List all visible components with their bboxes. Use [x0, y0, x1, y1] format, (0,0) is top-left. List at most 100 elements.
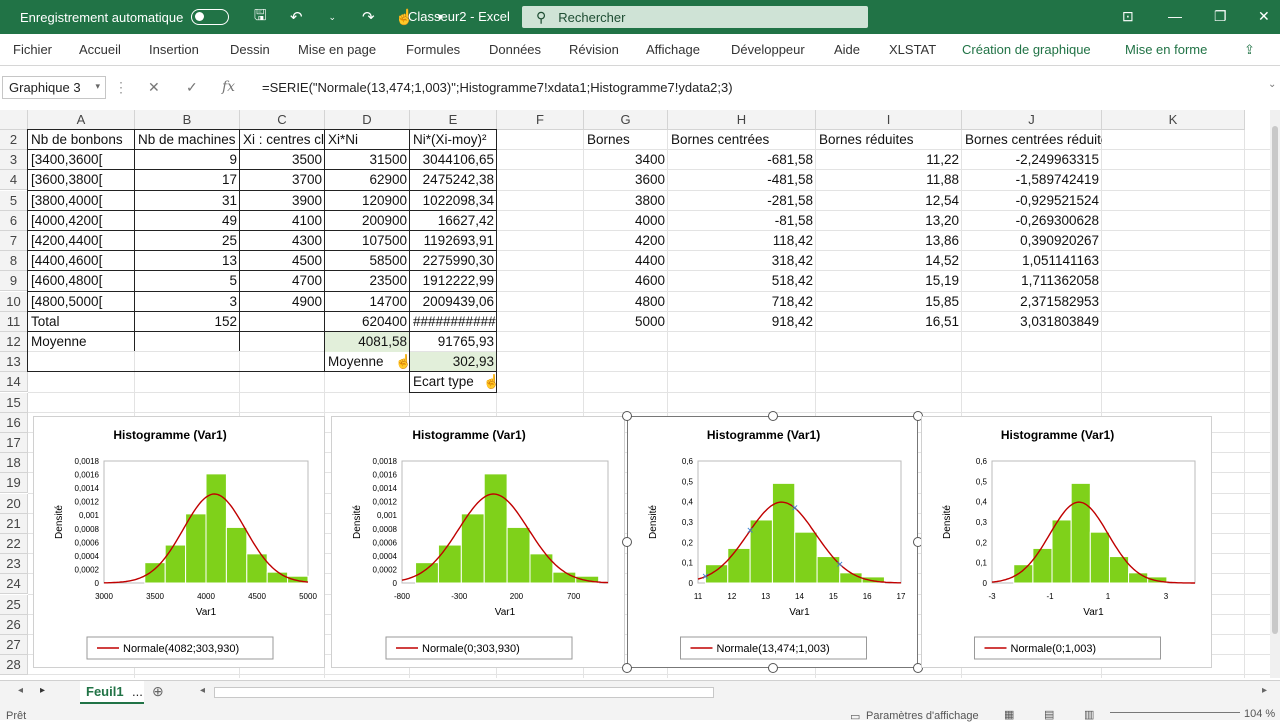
moyenne-value[interactable]: 4081,58	[325, 332, 410, 352]
data-cell[interactable]: 918,42	[668, 312, 816, 332]
formula-input[interactable]: =SERIE("Normale(13,474;1,003)";Histogram…	[262, 80, 733, 95]
data-cell[interactable]: 3500	[240, 150, 325, 170]
data-cell[interactable]: 5000	[584, 312, 668, 332]
resize-handle[interactable]	[767, 411, 778, 421]
data-cell[interactable]: 3044106,65	[410, 150, 497, 170]
tab-dessin[interactable]: Dessin	[230, 42, 270, 57]
row-header-8[interactable]: 8	[0, 251, 28, 272]
data-cell[interactable]: [4800,5000[	[28, 292, 135, 312]
column-header-f[interactable]: F	[497, 110, 584, 130]
histogram-chart-4[interactable]: Histogramme (Var1) 0 0,1 0,2 0,3 0,4 0,5 0,6 -3 -…	[921, 416, 1212, 668]
hscroll-right-icon[interactable]: ▸	[1262, 685, 1267, 696]
data-cell[interactable]: 17	[135, 170, 240, 190]
tab-mise-en-page[interactable]: Mise en page	[298, 42, 376, 57]
data-cell[interactable]: 1,711362058	[962, 271, 1102, 291]
row-header-21[interactable]: 21	[0, 513, 28, 534]
more-sheets[interactable]: ...	[132, 684, 143, 699]
worksheet-grid[interactable]: A B C D E F G H I J K 2 3 4 5 6 7 8 9 10 11 12 13 14 15 16 17 18 19 2…	[0, 110, 1270, 678]
data-cell[interactable]: [4600,4800[	[28, 271, 135, 291]
tab-mise-en-forme[interactable]: Mise en forme	[1125, 42, 1207, 57]
row-header-10[interactable]: 10	[0, 291, 28, 312]
column-header-k[interactable]: K	[1102, 110, 1245, 130]
row-header-24[interactable]: 24	[0, 574, 28, 595]
data-cell[interactable]: 13	[135, 251, 240, 271]
redo-icon[interactable]: ↷	[357, 8, 379, 26]
data-cell[interactable]: 3400	[584, 150, 668, 170]
undo-icon[interactable]: ↶	[285, 8, 307, 26]
total-d[interactable]: 620400	[325, 312, 410, 332]
restore-icon[interactable]: ❐	[1214, 8, 1227, 25]
minimize-icon[interactable]: —	[1168, 8, 1182, 24]
total-b[interactable]: 152	[135, 312, 240, 332]
resize-handle[interactable]	[622, 411, 632, 421]
column-header-g[interactable]: G	[584, 110, 668, 130]
data-cell[interactable]: -0,929521524	[962, 191, 1102, 211]
data-cell[interactable]: 1192693,91	[410, 231, 497, 251]
tab-developpeur[interactable]: Développeur	[731, 42, 805, 57]
data-cell[interactable]: -81,58	[668, 211, 816, 231]
row-header-12[interactable]: 12	[0, 332, 28, 352]
data-cell[interactable]: [3600,3800[	[28, 170, 135, 190]
scroll-thumb[interactable]	[1272, 126, 1278, 634]
total-e[interactable]: ###########	[410, 312, 497, 332]
data-cell[interactable]: 3600	[584, 170, 668, 190]
autosave-toggle[interactable]	[191, 9, 230, 25]
column-header-a[interactable]: A	[28, 110, 135, 130]
data-cell[interactable]: 4400	[584, 251, 668, 271]
data-cell[interactable]: 31500	[325, 150, 410, 170]
histogram-chart-2[interactable]: Histogramme (Var1) 0 0,0002 0,0004 0,0006 0,0…	[331, 416, 625, 668]
row-header-6[interactable]: 6	[0, 210, 28, 231]
row-header-18[interactable]: 18	[0, 453, 28, 474]
resize-handle[interactable]	[767, 663, 778, 673]
data-cell[interactable]: 2,371582953	[962, 292, 1102, 312]
data-cell[interactable]: 15,19	[816, 271, 962, 291]
row-header-11[interactable]: 11	[0, 311, 28, 332]
tab-xlstat[interactable]: XLSTAT	[889, 42, 936, 57]
header-cell[interactable]: Nb de machines	[135, 130, 240, 150]
row-header-20[interactable]: 20	[0, 493, 28, 514]
data-cell[interactable]: 107500	[325, 231, 410, 251]
data-cell[interactable]: 4500	[240, 251, 325, 271]
zoom-slider[interactable]	[1110, 712, 1240, 713]
vertical-scrollbar[interactable]	[1270, 110, 1280, 678]
data-cell[interactable]: 4100	[240, 211, 325, 231]
data-cell[interactable]: 25	[135, 231, 240, 251]
data-cell[interactable]: -2,249963315	[962, 150, 1102, 170]
variance-value[interactable]: 91765,93	[410, 332, 497, 352]
data-cell[interactable]: 5	[135, 271, 240, 291]
share-icon[interactable]: ⇪	[1244, 42, 1255, 58]
row-header-2[interactable]: 2	[0, 130, 28, 150]
row-header-28[interactable]: 28	[0, 655, 28, 676]
expand-formula-icon[interactable]: ⌄	[1268, 79, 1276, 90]
histogram-chart-3[interactable]: Histogramme (Var1) 0 0,1 0,2 0,3 0,4 0,5 0,6 11 1…	[627, 416, 918, 668]
normal-view-icon[interactable]: ▦	[1004, 708, 1014, 721]
total-label[interactable]: Total	[28, 312, 135, 332]
data-cell[interactable]: 13,86	[816, 231, 962, 251]
tab-donnees[interactable]: Données	[489, 42, 541, 57]
data-cell[interactable]: 23500	[325, 271, 410, 291]
row-header-17[interactable]: 17	[0, 433, 28, 453]
column-header-b[interactable]: B	[135, 110, 240, 130]
row-header-26[interactable]: 26	[0, 614, 28, 635]
column-header-d[interactable]: D	[325, 110, 410, 130]
name-box[interactable]: Graphique 3 ▾	[2, 76, 106, 99]
tab-aide[interactable]: Aide	[834, 42, 860, 57]
data-cell[interactable]: 13,20	[816, 211, 962, 231]
data-cell[interactable]: 0,390920267	[962, 231, 1102, 251]
data-cell[interactable]: 120900	[325, 191, 410, 211]
save-icon[interactable]: 🖫	[249, 5, 271, 30]
data-cell[interactable]: 1,051141163	[962, 251, 1102, 271]
data-cell[interactable]: 11,22	[816, 150, 962, 170]
column-header-e[interactable]: E	[410, 110, 497, 130]
data-cell[interactable]: 3800	[584, 191, 668, 211]
data-cell[interactable]: 1022098,34	[410, 191, 497, 211]
column-header-c[interactable]: C	[240, 110, 325, 130]
data-cell[interactable]: 31	[135, 191, 240, 211]
row-header-14[interactable]: 14	[0, 372, 28, 393]
data-cell[interactable]: -681,58	[668, 150, 816, 170]
data-cell[interactable]: [4200,4400[	[28, 231, 135, 251]
moyenne-label[interactable]: Moyenne	[28, 332, 135, 352]
add-sheet-icon[interactable]: ⊕	[152, 683, 164, 700]
data-cell[interactable]: 4900	[240, 292, 325, 312]
resize-handle[interactable]	[622, 663, 632, 673]
